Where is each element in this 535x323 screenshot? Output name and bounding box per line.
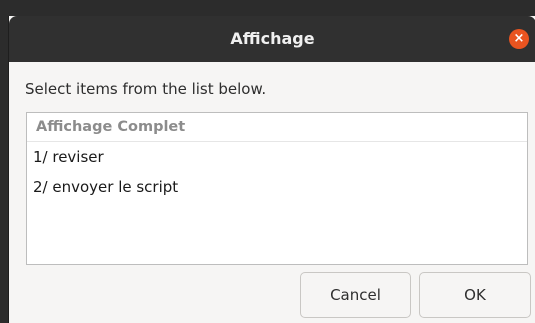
window-title: Affichage: [230, 29, 315, 48]
title-bar: Affichage ×: [9, 16, 535, 62]
list-item-envoyer-script[interactable]: 2/ envoyer le script: [27, 172, 527, 202]
close-button[interactable]: ×: [509, 29, 529, 49]
list-column-header: Affichage Complet: [27, 113, 527, 142]
close-icon: ×: [513, 31, 525, 46]
item-list[interactable]: Affichage Complet 1/ reviser 2/ envoyer …: [26, 112, 528, 265]
dialog-window: Affichage × Select items from the list b…: [8, 16, 535, 323]
ok-button[interactable]: OK: [419, 272, 531, 318]
cancel-button[interactable]: Cancel: [300, 272, 411, 318]
list-item-reviser[interactable]: 1/ reviser: [27, 142, 527, 172]
instruction-text: Select items from the list below.: [25, 80, 267, 98]
